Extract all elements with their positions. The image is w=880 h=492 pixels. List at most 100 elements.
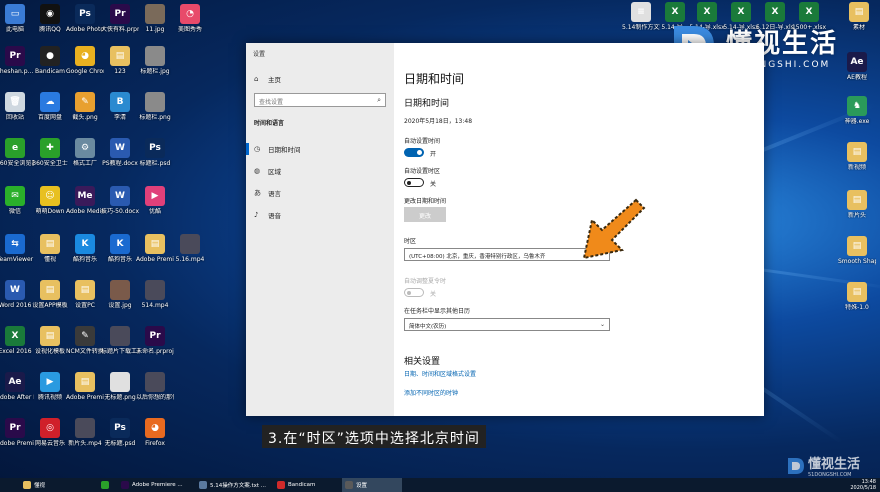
sidebar-item-language[interactable]: あ 语言 [254, 188, 281, 198]
app-icon: Pr [5, 46, 25, 66]
auto-timezone-toggle[interactable] [404, 178, 424, 187]
app-icon: ▤ [40, 234, 60, 254]
chevron-down-icon: ⌄ [599, 321, 605, 328]
sidebar-item-home[interactable]: ⌂ 主页 [254, 74, 281, 84]
desktop-icon[interactable]: ▤ 设置PC [66, 280, 104, 309]
sidebar-section-title: 时间和语言 [254, 120, 285, 127]
desktop-icon[interactable]: ▤ 新视频 [838, 142, 876, 171]
desktop-icon[interactable]: ◎ 网易云音乐 [31, 418, 69, 447]
dst-toggle[interactable] [404, 288, 424, 297]
app-icon: ✉ [5, 186, 25, 206]
desktop-icon[interactable]: Pr 大侠有料.prproj [101, 4, 139, 33]
app-icon [145, 372, 165, 392]
taskbar-item[interactable]: 设置 [342, 478, 402, 492]
desktop-icon[interactable]: 🗑 回收站 [0, 92, 34, 121]
app-icon: ⇆ [5, 234, 25, 254]
desktop-icon[interactable]: W PS教程.docx [101, 138, 139, 167]
desktop-icon[interactable]: ◕ Google Chrome [66, 46, 104, 75]
desktop-icon[interactable]: 标题栏.jpg [136, 46, 174, 75]
auto-time-toggle[interactable] [404, 148, 424, 157]
desktop-icon[interactable]: X Excel 2016 [0, 326, 34, 355]
taskbar-item[interactable]: Bandicam [274, 478, 338, 492]
desktop-icon[interactable]: 5.16.mp4 [171, 234, 209, 263]
desktop-icon[interactable]: ✚ 360安全卫士 [31, 138, 69, 167]
desktop-icon-label: 李清 [113, 114, 126, 121]
desktop-icon[interactable]: e 360安全浏览器 [0, 138, 34, 167]
desktop-icon[interactable]: Pr zheshan.p... [0, 46, 34, 75]
app-icon: X [5, 326, 25, 346]
taskbar-item[interactable]: 懂视 [20, 478, 94, 492]
desktop-icon[interactable]: 以后你想的那件事情.mp4 [136, 372, 174, 401]
desktop-icon[interactable]: ▤ 设视化模板 [31, 326, 69, 355]
desktop-icon[interactable]: ✎ 截头.png [66, 92, 104, 121]
desktop-icon[interactable]: B 李清 [101, 92, 139, 121]
desktop-icon[interactable]: ☺ 萌萌Down [31, 186, 69, 215]
desktop-icon[interactable]: Me Adobe Media... [66, 186, 104, 215]
desktop-icon[interactable]: ◔ 美图秀秀 [171, 4, 209, 33]
desktop-icon-label: 神器.exe [844, 118, 870, 125]
desktop-icon[interactable]: W 技巧-50.docx [101, 186, 139, 215]
search-input[interactable]: 查找设置 ⌕ [254, 93, 386, 107]
desktop-icon[interactable]: ▤ Smooth Shapes... [838, 236, 876, 265]
desktop-icon[interactable]: Ae Adobe After Effects 2020 [0, 372, 34, 401]
desktop-icon-label: 格式工厂 [72, 160, 97, 167]
desktop-icon[interactable]: 新片头.mp4 [66, 418, 104, 447]
desktop-icon[interactable]: Ps 标题栏.psd [136, 138, 174, 167]
related-link-formats[interactable]: 日期、时间和区域格式设置 [404, 369, 476, 378]
related-link-clocks[interactable]: 添加不同时区的时钟 [404, 388, 458, 397]
desktop-icon[interactable]: ◕ Firefox [136, 418, 174, 447]
desktop-icon-label: 标题栏.psd [139, 160, 171, 167]
desktop-icon[interactable]: Pr 未命名.prproj [136, 326, 174, 355]
calendar-select[interactable]: 简体中文(农历) ⌄ [404, 318, 610, 331]
desktop-icon[interactable]: Ps 无标题.psd [101, 418, 139, 447]
desktop-icon[interactable]: ▤ 新片头 [838, 190, 876, 219]
desktop-icon[interactable]: Ps Adobe Photosh... [66, 4, 104, 33]
desktop-icon[interactable]: ▭ 此电脑 [0, 4, 34, 33]
app-icon: ✚ [40, 138, 60, 158]
desktop-icon[interactable]: ▤ 懂视 [31, 234, 69, 263]
desktop-icon[interactable]: ▤ 特殊-1.0 [838, 282, 876, 311]
desktop-icon[interactable]: K 酷狗音乐 [66, 234, 104, 263]
app-icon: ▤ [849, 2, 869, 22]
taskbar-item[interactable] [98, 478, 116, 492]
desktop-icon[interactable]: ☁ 百度网盘 [31, 92, 69, 121]
desktop-icon-label: Firefox [145, 440, 165, 447]
sidebar-item-region[interactable]: ◍ 区域 [254, 166, 281, 176]
desktop-icon[interactable]: ▶ 腾讯视频 [31, 372, 69, 401]
desktop-icon[interactable]: ▤ Adobe Premier... [66, 372, 104, 401]
desktop-icon[interactable]: 无标题.png [101, 372, 139, 401]
desktop-icon[interactable]: ▶ 优酷 [136, 186, 174, 215]
sidebar-item-datetime[interactable]: ◷ 日期和时间 [254, 144, 301, 154]
app-icon [145, 46, 165, 66]
desktop-icon[interactable]: ▤ 素材 [840, 2, 878, 31]
desktop-icon[interactable]: K 酷狗音乐 [101, 234, 139, 263]
desktop-icon[interactable]: Ae AE教程 [838, 52, 876, 81]
desktop-icon[interactable]: ▤ Adobe Premier... [136, 234, 174, 263]
desktop-icon[interactable]: 514.mp4 [136, 280, 174, 309]
desktop-icon[interactable]: Pr Adobe Premie... [0, 418, 34, 447]
desktop-icon-label: Bandicam [35, 68, 65, 75]
timezone-label: 时区 [404, 238, 417, 245]
change-button[interactable]: 更改 [404, 207, 446, 222]
taskbar-clock[interactable]: 13:48 2020/5/18 [850, 479, 876, 491]
desktop-icon[interactable]: ✉ 微信 [0, 186, 34, 215]
desktop-icon[interactable]: ♞ 神器.exe [838, 96, 876, 125]
desktop-icon[interactable]: ▤ 设置APP模板 [31, 280, 69, 309]
desktop-icon[interactable]: ≡ 5.14制作方文案.txt [622, 2, 660, 31]
desktop-icon[interactable]: ⚙ 格式工厂 [66, 138, 104, 167]
desktop-icon[interactable]: W Word 2016 [0, 280, 34, 309]
desktop-icon[interactable]: ◉ 腾讯QQ [31, 4, 69, 33]
taskbar-item[interactable]: Adobe Premiere ... [118, 478, 194, 492]
desktop-icon[interactable]: ● Bandicam [31, 46, 69, 75]
desktop-icon-label: 酷狗音乐 [107, 256, 132, 263]
desktop-icon[interactable]: 设置.jpg [101, 280, 139, 309]
taskbar-item[interactable]: 5.14操作方文案.txt ... [196, 478, 272, 492]
desktop-icon[interactable]: 标题栏.png [136, 92, 174, 121]
desktop-icon[interactable]: ⇆ TeamViewer [0, 234, 34, 263]
desktop-icon[interactable]: 标题片下载工具.mp4 [101, 326, 139, 355]
desktop-icon[interactable]: ✎ NCM文件转换.exe [66, 326, 104, 355]
app-icon: ▤ [847, 236, 867, 256]
desktop-icon[interactable]: ▤ 123 [101, 46, 139, 75]
desktop-icon[interactable]: 11.jpg [136, 4, 174, 33]
sidebar-item-speech[interactable]: ♪ 语音 [254, 210, 281, 220]
